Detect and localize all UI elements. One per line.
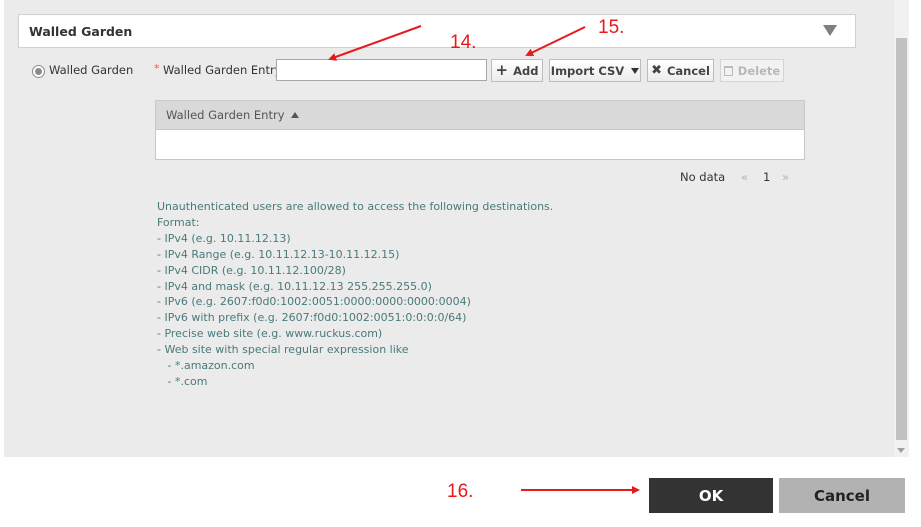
cancel-button[interactable]: Cancel xyxy=(779,478,905,513)
ok-button[interactable]: OK xyxy=(649,478,773,513)
arrow-to-entry-input xyxy=(328,25,422,61)
annotation-arrows xyxy=(328,25,640,494)
arrow-to-add-button xyxy=(525,26,586,56)
